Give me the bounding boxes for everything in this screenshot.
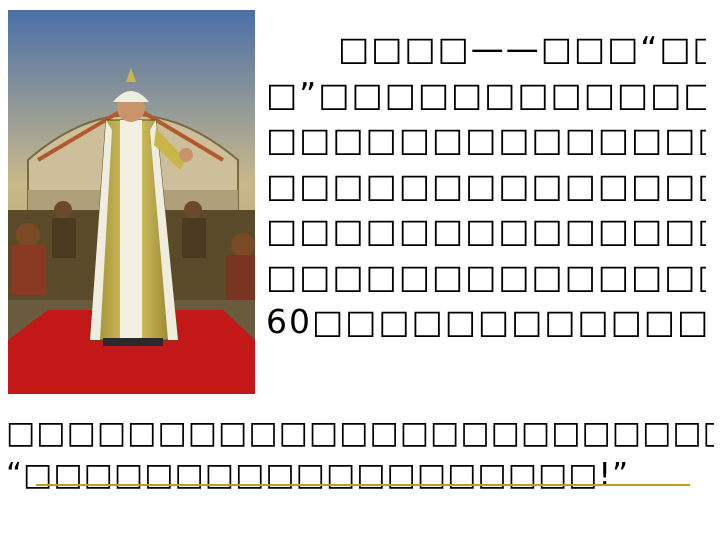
paragraph-line-5: □□□□□□□□□□□□□□□□□	[266, 211, 706, 250]
statue-photo	[8, 10, 255, 394]
paragraph-line-6: □□□□□□□□□□□□□□□□	[266, 256, 706, 296]
paragraph-line-7: 60□□□□□□□□□□□□	[266, 302, 706, 341]
quote-line: “□□□□□□□□□□□□□□□□□□□!”	[6, 457, 630, 493]
bottom-line-1: □□□□□□□□□□□□□□□□□□□□□□□□□□□□□□	[6, 415, 714, 451]
paragraph-line-1: □□□□——□□□“□□□	[338, 29, 706, 68]
slide: □□□□——□□□“□□□ □”□□□□□□□□□□□□□□□□ □□□□□□□…	[0, 0, 720, 540]
main-paragraph: □□□□——□□□“□□□ □”□□□□□□□□□□□□□□□□ □□□□□□□…	[266, 26, 706, 345]
statue-photo-graphic	[8, 10, 255, 394]
paragraph-line-2: □”□□□□□□□□□□□□□□□□	[266, 74, 706, 114]
paragraph-line-3: □□□□□□□□□□□□□□□□□	[266, 120, 706, 159]
quote-underline	[36, 484, 690, 486]
paragraph-line-4: □□□□□□□□□□□□□□□□□	[266, 165, 706, 205]
